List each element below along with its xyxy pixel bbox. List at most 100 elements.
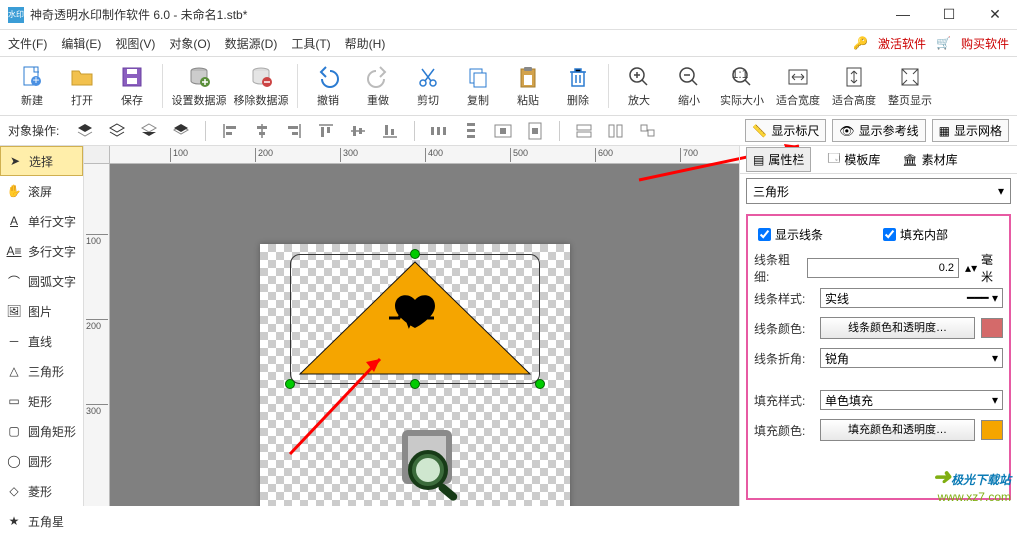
align-right-icon[interactable] [282,120,306,142]
workspace[interactable] [110,164,739,506]
activate-link[interactable]: 激活软件 [878,35,926,52]
buy-link[interactable]: 购买软件 [961,35,1009,52]
menu-object[interactable]: 对象(O) [169,35,210,52]
line-width-input[interactable] [807,258,959,278]
align-vcenter-icon[interactable] [346,120,370,142]
ruler-horizontal[interactable]: 100 200 300 400 500 600 700 [110,146,739,164]
tb-dsremove[interactable]: 移除数据源 [231,64,291,108]
toggle-grid[interactable]: ▦显示网格 [932,119,1009,142]
line-corner-select[interactable]: 锐角▾ [820,348,1003,368]
align-left-icon[interactable] [218,120,242,142]
chk-fill-inside[interactable]: 填充内部 [883,226,948,243]
tb-redo[interactable]: 重做 [354,64,402,108]
triangle-icon: △ [6,364,22,378]
tab-templates[interactable]: 🗔模板库 [821,146,886,173]
tool-panel: ➤选择 ✋滚屏 A单行文字 A≡多行文字 ⌒圆弧文字 🖼图片 ─直线 △三角形 … [0,146,84,506]
grid-icon: ▦ [939,124,950,138]
fill-color-swatch[interactable] [981,420,1003,440]
toggle-ruler[interactable]: 📏显示标尺 [745,119,826,142]
line-color-swatch[interactable] [981,318,1003,338]
tool-rect[interactable]: ▭矩形 [0,386,83,416]
center-page-v-icon[interactable] [523,120,547,142]
tb-zoomout[interactable]: 缩小 [665,64,713,108]
tb-fitw[interactable]: 适合宽度 [771,64,825,108]
single-text-icon: A [6,214,22,228]
menu-view[interactable]: 视图(V) [115,35,155,52]
menu-file[interactable]: 文件(F) [8,35,47,52]
minimize-button[interactable]: — [889,6,917,23]
tool-image[interactable]: 🖼图片 [0,296,83,326]
layer-down-icon[interactable] [137,120,161,142]
tb-cut[interactable]: 剪切 [404,64,452,108]
titlebar: 水印 神奇透明水印制作软件 6.0 - 未命名1.stb* — ☐ ✕ [0,0,1017,30]
tool-arctext[interactable]: ⌒圆弧文字 [0,266,83,296]
tb-new[interactable]: +新建 [8,64,56,108]
circle-icon: ◯ [6,454,22,468]
menu-datasource[interactable]: 数据源(D) [225,35,278,52]
svg-text:1:1: 1:1 [732,67,749,81]
tb-paste[interactable]: 粘贴 [504,64,552,108]
tool-roundrect[interactable]: ▢圆角矩形 [0,416,83,446]
tool-multitext[interactable]: A≡多行文字 [0,236,83,266]
spinner-icon[interactable]: ▴▾ [965,261,975,275]
align-bottom-icon[interactable] [378,120,402,142]
dist-h-icon[interactable] [427,120,451,142]
tool-triangle[interactable]: △三角形 [0,356,83,386]
tb-copy[interactable]: 复制 [454,64,502,108]
chevron-down-icon: ▾ [998,184,1004,198]
close-button[interactable]: ✕ [981,6,1009,23]
tb-zoomin[interactable]: 放大 [615,64,663,108]
tb-fith[interactable]: 适合高度 [827,64,881,108]
tb-undo[interactable]: 撤销 [304,64,352,108]
tool-diamond[interactable]: ◇菱形 [0,476,83,506]
ruler-vertical[interactable]: 100 200 300 [84,164,110,506]
align-hcenter-icon[interactable] [250,120,274,142]
tb-actual[interactable]: 1:1实际大小 [715,64,769,108]
main-toolbar: +新建 打开 保存 设置数据源 移除数据源 撤销 重做 剪切 复制 粘贴 删除 … [0,56,1017,116]
tab-properties[interactable]: ▤属性栏 [746,147,811,172]
same-width-icon[interactable] [572,120,596,142]
menu-help[interactable]: 帮助(H) [345,35,386,52]
center-page-h-icon[interactable] [491,120,515,142]
tb-open[interactable]: 打开 [58,64,106,108]
canvas-area: 100 200 300 400 500 600 700 100 200 300 [84,146,739,506]
ruler-corner [84,146,110,164]
tool-select[interactable]: ➤选择 [0,146,83,176]
same-size-icon[interactable] [636,120,660,142]
selected-triangle[interactable] [290,254,540,384]
maximize-button[interactable]: ☐ [935,6,963,23]
layer-up-icon[interactable] [105,120,129,142]
menu-tools[interactable]: 工具(T) [291,35,330,52]
menu-edit[interactable]: 编辑(E) [61,35,101,52]
ops-bar: 对象操作: 📏显示标尺 👁显示参考线 ▦显示网格 [0,116,1017,146]
ruler-icon: 📏 [752,124,767,138]
menubar: 文件(F) 编辑(E) 视图(V) 对象(O) 数据源(D) 工具(T) 帮助(… [0,30,1017,56]
same-height-icon[interactable] [604,120,628,142]
tb-delete[interactable]: 删除 [554,64,602,108]
tool-line[interactable]: ─直线 [0,326,83,356]
tb-save[interactable]: 保存 [108,64,156,108]
tb-fitpage[interactable]: 整页显示 [883,64,937,108]
line-color-button[interactable]: 线条颜色和透明度… [820,317,975,339]
guide-icon: 👁 [839,124,854,138]
fill-color-button[interactable]: 填充颜色和透明度… [820,419,975,441]
toggle-guide[interactable]: 👁显示参考线 [832,119,925,142]
dist-v-icon[interactable] [459,120,483,142]
align-top-icon[interactable] [314,120,338,142]
window-title: 神奇透明水印制作软件 6.0 - 未命名1.stb* [30,6,889,23]
app-icon: 水印 [8,7,24,23]
tool-pan[interactable]: ✋滚屏 [0,176,83,206]
fill-style-select[interactable]: 单色填充▾ [820,390,1003,410]
chk-show-line[interactable]: 显示线条 [758,226,823,243]
shape-type-select[interactable]: 三角形▾ [746,178,1011,204]
tb-dataset[interactable]: 设置数据源 [169,64,229,108]
tool-circle[interactable]: ◯圆形 [0,446,83,476]
layer-back-icon[interactable] [169,120,193,142]
tool-singletext[interactable]: A单行文字 [0,206,83,236]
tool-star[interactable]: ★五角星 [0,506,83,536]
canvas-object-magnifier[interactable] [390,424,470,504]
right-panel: ▤属性栏 🗔模板库 🏛素材库 三角形▾ 显示线条 填充内部 线条粗细: ▴▾ 毫… [739,146,1017,506]
line-style-select[interactable]: 实线━━━ ▾ [820,288,1003,308]
layer-front-icon[interactable] [73,120,97,142]
tab-assets[interactable]: 🏛素材库 [896,148,963,171]
